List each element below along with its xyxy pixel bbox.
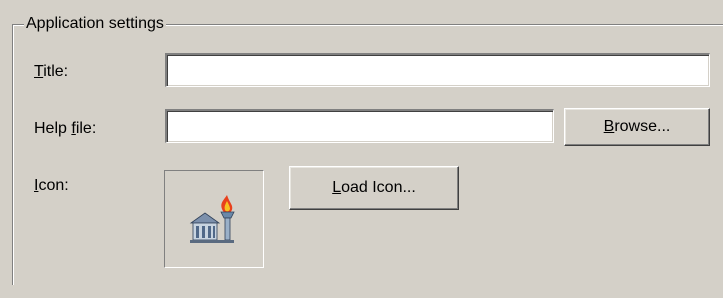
title-label-mnemonic: T (34, 63, 44, 80)
browse-button[interactable]: Browse... (564, 108, 710, 146)
title-label-text: itle: (43, 63, 69, 80)
load-icon-button-text: oad Icon... (341, 179, 416, 196)
help-file-label-end: ile: (75, 120, 97, 137)
group-title: Application settings (24, 13, 166, 35)
title-input[interactable] (165, 53, 710, 87)
help-file-input[interactable] (165, 109, 554, 143)
browse-button-mnemonic: B (603, 118, 615, 135)
browse-button-text: rowse... (614, 118, 671, 135)
icon-label-text: con: (38, 177, 69, 194)
icon-label: Icon: (34, 176, 69, 196)
load-icon-button[interactable]: Load Icon... (289, 166, 459, 210)
help-file-label-start: Help (34, 120, 72, 137)
load-icon-button-mnemonic: L (332, 179, 342, 196)
help-file-label: Help file: (34, 119, 96, 139)
icon-preview (164, 170, 264, 268)
title-label: Title: (34, 62, 68, 82)
torch-building-icon (189, 195, 235, 243)
